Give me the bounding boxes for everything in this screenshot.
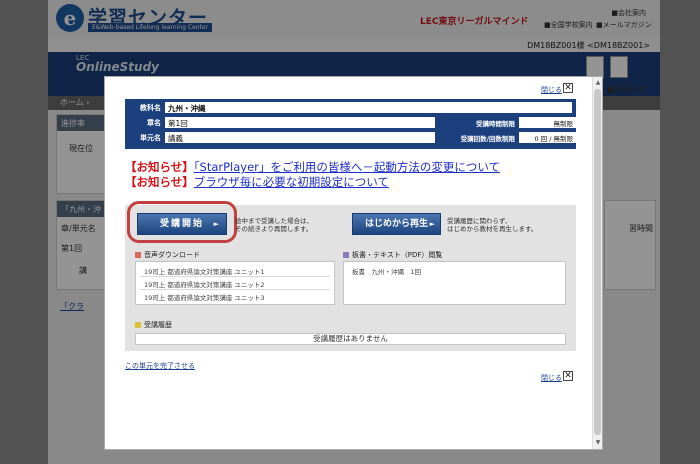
unit-value: 講義 <box>165 132 435 143</box>
close-link-top[interactable]: 閉じる <box>541 85 562 95</box>
text-view-label: 板書・テキスト（PDF）閲覧 <box>352 251 443 259</box>
audio-download-item[interactable]: 19司上 都道府県論文対策講座 ユニット2 <box>144 279 265 289</box>
course-label: 教科名 <box>140 104 161 112</box>
notice-browser-link[interactable]: ブラウザ毎に必要な初期設定について <box>194 175 389 189</box>
text-view-title: 板書・テキスト（PDF）閲覧 <box>343 250 442 260</box>
start-description-line2: その続きより再開します。 <box>235 225 313 233</box>
text-view-icon <box>343 252 349 258</box>
course-info-panel: 教科名 九州・沖縄 章名 第1回 受講時間制限 無制限 単元名 講義 受講回数/… <box>125 99 576 149</box>
time-limit-value: 無制限 <box>519 117 576 128</box>
divider <box>140 276 330 277</box>
course-value: 九州・沖縄 <box>165 102 572 113</box>
history-title: 受講履歴 <box>135 320 172 330</box>
history-empty: 受講履歴はありません <box>135 333 566 345</box>
divider <box>140 289 330 290</box>
scroll-thumb[interactable] <box>594 89 601 435</box>
close-icon[interactable]: ✕ <box>563 371 573 381</box>
again-description: 受講履歴に関わらず、 はじめから教材を再生します。 <box>447 217 537 233</box>
audio-download-item[interactable]: 19司上 都道府県論文対策講座 ユニット3 <box>144 292 265 302</box>
play-arrow-icon: ► <box>429 220 435 228</box>
notice-starplayer-link[interactable]: 「StarPlayer」をご利用の皆様へ－起動方法の変更について <box>194 160 500 174</box>
modal-scrollbar[interactable]: ▲ ▼ <box>592 77 602 449</box>
history-icon <box>135 322 141 328</box>
play-from-start-label: はじめから再生 <box>364 219 428 229</box>
again-description-line1: 受講履歴に関わらず、 <box>447 217 512 225</box>
play-arrow-icon: ► <box>213 220 221 228</box>
course-modal: 閉じる ✕ 教科名 九州・沖縄 章名 第1回 受講時間制限 無制限 単元名 講義… <box>104 76 603 450</box>
notice-browser: 【お知らせ】ブラウザ毎に必要な初期設定について <box>125 174 389 190</box>
start-description: 途中まで受講した場合は、 その続きより再開します。 <box>235 217 313 233</box>
unit-label: 単元名 <box>140 134 161 142</box>
notice-tag: 【お知らせ】 <box>125 160 194 174</box>
scroll-down-icon[interactable]: ▼ <box>594 439 602 447</box>
audio-download-title: 音声ダウンロード <box>135 250 200 260</box>
notice-starplayer: 【お知らせ】「StarPlayer」をご利用の皆様へ－起動方法の変更について <box>125 159 500 175</box>
audio-download-list: 19司上 都道府県論文対策講座 ユニット1 19司上 都道府県論文対策講座 ユニ… <box>135 261 335 305</box>
chapter-value: 第1回 <box>165 117 435 128</box>
notice-tag: 【お知らせ】 <box>125 175 194 189</box>
complete-unit-link[interactable]: この単元を完了させる <box>125 361 195 371</box>
again-description-line2: はじめから教材を再生します。 <box>447 225 538 233</box>
text-view-item[interactable]: 板書 九州・沖縄 1回 <box>352 266 421 276</box>
start-description-line1: 途中まで受講した場合は、 <box>235 217 313 225</box>
audio-download-label: 音声ダウンロード <box>144 251 200 259</box>
close-link-bottom[interactable]: 閉じる <box>541 373 562 383</box>
text-view-list: 板書 九州・沖縄 1回 <box>343 261 566 305</box>
history-label: 受講履歴 <box>144 321 172 329</box>
lecture-panel: 受講開始 ► 途中まで受講した場合は、 その続きより再開します。 はじめから再生… <box>125 201 576 351</box>
audio-download-icon <box>135 252 141 258</box>
play-from-start-button[interactable]: はじめから再生 ► <box>352 213 441 235</box>
count-limit-label: 受講回数/回数制限 <box>460 135 515 143</box>
count-limit-value: 0 回 / 無制限 <box>519 132 576 143</box>
close-icon[interactable]: ✕ <box>563 83 573 93</box>
start-lecture-label: 受講開始 <box>159 219 204 229</box>
chapter-label: 章名 <box>147 119 161 127</box>
scroll-up-icon[interactable]: ▲ <box>594 79 602 87</box>
start-lecture-button[interactable]: 受講開始 ► <box>137 213 227 235</box>
time-limit-label: 受講時間制限 <box>476 120 515 128</box>
audio-download-item[interactable]: 19司上 都道府県論文対策講座 ユニット1 <box>144 266 265 276</box>
